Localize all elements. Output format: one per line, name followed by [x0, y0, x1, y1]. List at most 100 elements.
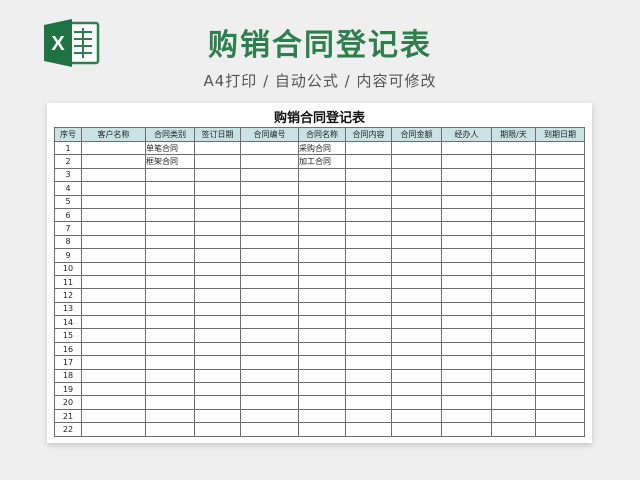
table-cell[interactable] — [391, 341, 442, 357]
table-cell[interactable] — [491, 395, 536, 410]
row-number-cell[interactable]: 2 — [54, 154, 82, 169]
table-cell[interactable] — [194, 395, 241, 410]
table-cell[interactable] — [240, 341, 299, 357]
table-cell[interactable] — [441, 167, 492, 183]
table-cell[interactable] — [441, 248, 492, 263]
table-cell[interactable] — [345, 154, 392, 169]
table-cell[interactable] — [441, 207, 492, 223]
table-cell[interactable] — [298, 167, 346, 183]
row-number-cell[interactable]: 20 — [54, 395, 82, 410]
table-cell[interactable] — [491, 207, 536, 223]
table-cell[interactable] — [441, 395, 492, 410]
row-number-cell[interactable]: 16 — [54, 341, 82, 357]
table-cell[interactable] — [145, 248, 195, 263]
table-cell[interactable] — [81, 301, 146, 317]
table-cell[interactable] — [345, 274, 392, 290]
table-cell[interactable] — [194, 315, 241, 330]
table-cell[interactable] — [194, 140, 241, 156]
table-cell[interactable] — [491, 274, 536, 290]
table-cell[interactable] — [391, 395, 442, 410]
table-cell[interactable] — [240, 301, 299, 317]
table-cell[interactable] — [535, 274, 585, 290]
table-cell[interactable] — [535, 328, 585, 343]
table-cell[interactable] — [391, 234, 442, 250]
table-cell[interactable] — [391, 382, 442, 397]
table-cell[interactable] — [535, 288, 585, 303]
table-cell[interactable] — [298, 194, 346, 209]
table-cell[interactable] — [491, 368, 536, 384]
table-cell[interactable] — [441, 368, 492, 384]
table-cell[interactable] — [535, 221, 585, 236]
table-cell[interactable] — [81, 234, 146, 250]
table-cell[interactable] — [145, 288, 195, 303]
table-cell[interactable] — [535, 194, 585, 209]
table-cell[interactable] — [345, 181, 392, 196]
table-cell[interactable] — [240, 382, 299, 397]
table-cell[interactable] — [345, 288, 392, 303]
row-number-cell[interactable]: 15 — [54, 328, 82, 343]
table-cell[interactable] — [240, 140, 299, 156]
table-cell[interactable] — [81, 261, 146, 276]
row-number-cell[interactable]: 11 — [54, 274, 82, 290]
table-cell[interactable] — [345, 341, 392, 357]
table-cell[interactable]: 单笔合同 — [145, 140, 195, 156]
table-cell[interactable] — [491, 315, 536, 330]
table-cell[interactable] — [194, 154, 241, 169]
table-cell[interactable] — [81, 368, 146, 384]
table-cell[interactable] — [298, 382, 346, 397]
table-cell[interactable] — [491, 154, 536, 169]
table-cell[interactable] — [81, 382, 146, 397]
row-number-cell[interactable]: 21 — [54, 408, 82, 424]
table-cell[interactable] — [298, 221, 346, 236]
table-cell[interactable] — [391, 207, 442, 223]
table-cell[interactable] — [298, 274, 346, 290]
table-cell[interactable] — [491, 167, 536, 183]
table-cell[interactable] — [298, 248, 346, 263]
table-cell[interactable] — [194, 368, 241, 384]
row-number-cell[interactable]: 22 — [54, 422, 82, 437]
table-cell[interactable] — [194, 274, 241, 290]
table-cell[interactable] — [345, 234, 392, 250]
table-cell[interactable] — [535, 167, 585, 183]
table-cell[interactable] — [145, 341, 195, 357]
table-cell[interactable] — [145, 181, 195, 196]
table-cell[interactable] — [145, 261, 195, 276]
table-cell[interactable] — [298, 207, 346, 223]
table-cell[interactable] — [441, 234, 492, 250]
table-cell[interactable] — [145, 274, 195, 290]
table-cell[interactable] — [441, 261, 492, 276]
table-cell[interactable] — [145, 167, 195, 183]
table-cell[interactable] — [441, 154, 492, 169]
table-cell[interactable] — [441, 422, 492, 437]
table-cell[interactable] — [194, 408, 241, 424]
table-cell[interactable] — [194, 221, 241, 236]
table-cell[interactable] — [391, 288, 442, 303]
table-cell[interactable] — [240, 408, 299, 424]
table-cell[interactable] — [345, 207, 392, 223]
table-cell[interactable] — [194, 207, 241, 223]
table-cell[interactable] — [441, 288, 492, 303]
table-cell[interactable] — [491, 328, 536, 343]
table-cell[interactable] — [145, 355, 195, 370]
table-cell[interactable] — [81, 341, 146, 357]
table-cell[interactable] — [145, 207, 195, 223]
table-cell[interactable] — [240, 368, 299, 384]
table-cell[interactable]: 框架合同 — [145, 154, 195, 169]
table-cell[interactable] — [194, 341, 241, 357]
table-cell[interactable] — [535, 355, 585, 370]
table-cell[interactable] — [535, 368, 585, 384]
row-number-cell[interactable]: 4 — [54, 181, 82, 196]
row-number-cell[interactable]: 6 — [54, 207, 82, 223]
table-cell[interactable] — [298, 234, 346, 250]
row-number-cell[interactable]: 10 — [54, 261, 82, 276]
table-cell[interactable] — [81, 422, 146, 437]
table-cell[interactable] — [145, 395, 195, 410]
table-cell[interactable] — [345, 408, 392, 424]
table-cell[interactable] — [81, 288, 146, 303]
table-cell[interactable] — [491, 382, 536, 397]
table-cell[interactable] — [240, 288, 299, 303]
table-cell[interactable] — [145, 315, 195, 330]
table-cell[interactable] — [535, 422, 585, 437]
table-cell[interactable] — [491, 408, 536, 424]
table-cell[interactable] — [491, 181, 536, 196]
